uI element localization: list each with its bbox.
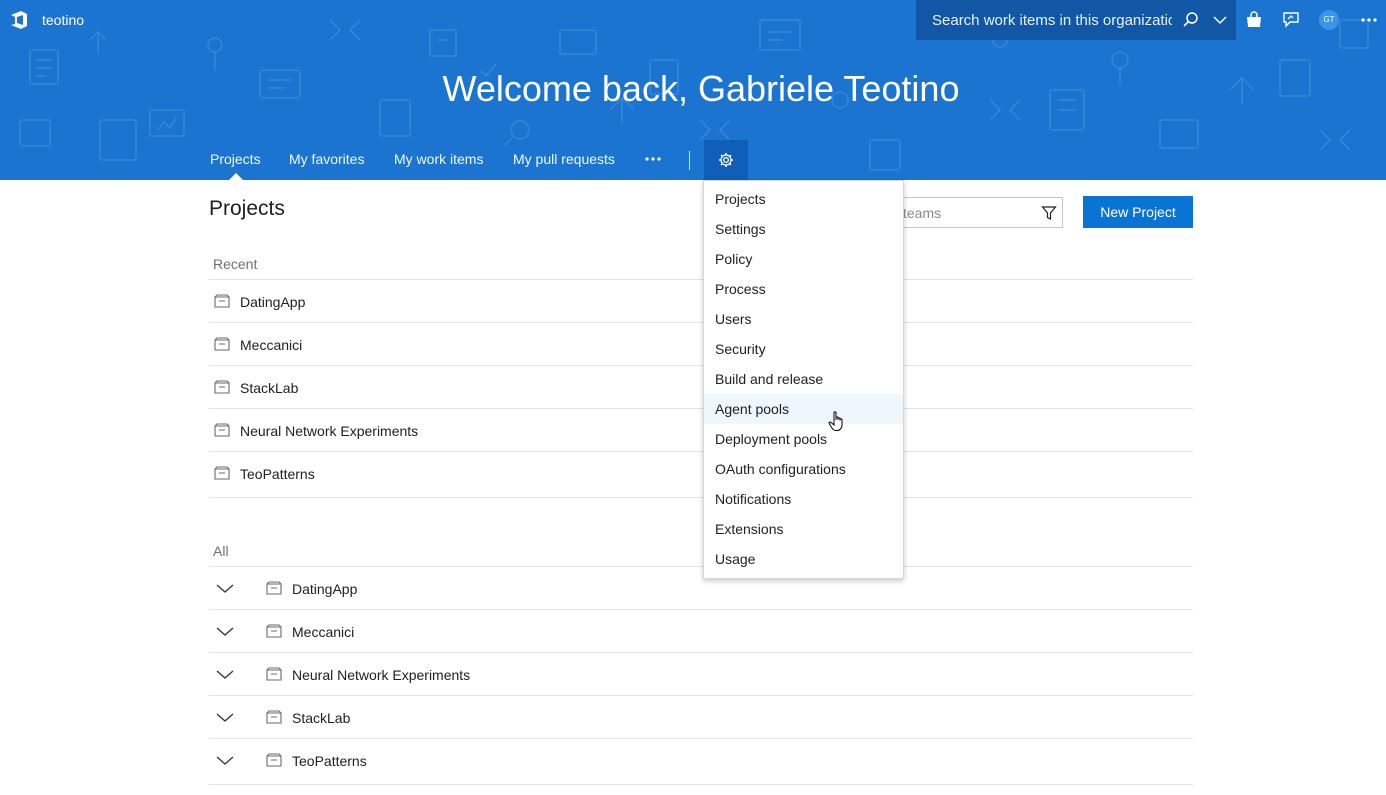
header-banner: teotino Search work items in this organi…	[0, 0, 1386, 180]
all-project-row[interactable]: Meccanici	[209, 610, 1193, 653]
filter-icon[interactable]	[1041, 205, 1057, 221]
tab-my-pull-requests[interactable]: My pull requests	[513, 151, 615, 167]
chevron-down-icon[interactable]	[216, 709, 234, 725]
recent-project-row[interactable]: StackLab	[209, 366, 1193, 409]
menu-item-deployment-pools[interactable]: Deployment pools	[704, 424, 903, 454]
selected-tab-indicator	[229, 173, 243, 180]
all-project-row[interactable]: TeoPatterns	[209, 739, 1193, 782]
user-avatar[interactable]: GT	[1319, 10, 1339, 30]
menu-item-agent-pools[interactable]: Agent pools	[704, 394, 903, 424]
feedback-icon[interactable]	[1281, 10, 1301, 30]
all-project-row[interactable]: StackLab	[209, 696, 1193, 739]
menu-item-policy[interactable]: Policy	[704, 244, 903, 274]
project-name[interactable]: Neural Network Experiments	[240, 423, 418, 439]
filter-placeholder: teams	[903, 205, 942, 221]
organization-settings-button[interactable]	[704, 140, 748, 180]
tab-my-favorites[interactable]: My favorites	[289, 151, 364, 167]
page-title: Projects	[209, 197, 285, 220]
chevron-down-icon[interactable]	[1212, 12, 1228, 28]
project-icon	[214, 423, 230, 437]
project-icon	[266, 581, 282, 595]
settings-dropdown-menu: Projects Settings Policy Process Users S…	[703, 180, 904, 579]
menu-item-usage[interactable]: Usage	[704, 544, 903, 574]
recent-project-row[interactable]: Meccanici	[209, 323, 1193, 366]
marketplace-bag-icon[interactable]	[1244, 10, 1264, 30]
menu-item-users[interactable]: Users	[704, 304, 903, 334]
all-project-row[interactable]: DatingApp	[209, 567, 1193, 610]
recent-section-label: Recent	[213, 256, 258, 272]
tab-my-work-items[interactable]: My work items	[394, 151, 483, 167]
azure-devops-logo[interactable]	[9, 10, 29, 30]
project-name[interactable]: StackLab	[292, 710, 350, 726]
project-icon	[214, 380, 230, 394]
filter-projects-input[interactable]: teams	[880, 197, 1063, 228]
project-icon	[266, 710, 282, 724]
project-name[interactable]: Neural Network Experiments	[292, 667, 470, 683]
menu-item-projects[interactable]: Projects	[704, 184, 903, 214]
project-name[interactable]: TeoPatterns	[240, 466, 315, 482]
recent-project-row[interactable]: TeoPatterns	[209, 452, 1193, 495]
recent-project-row[interactable]: DatingApp	[209, 280, 1193, 323]
chevron-down-icon[interactable]	[216, 752, 234, 768]
menu-item-notifications[interactable]: Notifications	[704, 484, 903, 514]
more-tabs-icon[interactable]	[643, 150, 663, 170]
search-icon[interactable]	[1182, 11, 1200, 29]
all-section-label: All	[213, 543, 229, 559]
recent-project-row[interactable]: Neural Network Experiments	[209, 409, 1193, 452]
project-icon	[214, 294, 230, 308]
menu-item-process[interactable]: Process	[704, 274, 903, 304]
project-icon	[266, 624, 282, 638]
chevron-down-icon[interactable]	[216, 666, 234, 682]
organization-name[interactable]: teotino	[42, 12, 84, 28]
menu-item-security[interactable]: Security	[704, 334, 903, 364]
divider	[209, 497, 1193, 498]
tab-projects[interactable]: Projects	[210, 151, 261, 167]
project-icon	[214, 466, 230, 480]
gear-icon	[719, 153, 733, 167]
menu-item-extensions[interactable]: Extensions	[704, 514, 903, 544]
search-box[interactable]: Search work items in this organization	[916, 0, 1236, 40]
more-options-icon[interactable]	[1359, 10, 1379, 30]
welcome-heading: Welcome back, Gabriele Teotino	[442, 68, 960, 109]
hand-cursor-icon	[828, 411, 843, 431]
chevron-down-icon[interactable]	[216, 623, 234, 639]
project-name[interactable]: Meccanici	[240, 337, 302, 353]
all-project-row[interactable]: Neural Network Experiments	[209, 653, 1193, 696]
menu-item-settings[interactable]: Settings	[704, 214, 903, 244]
new-project-button[interactable]: New Project	[1083, 196, 1193, 228]
divider	[209, 784, 1193, 785]
search-input[interactable]: Search work items in this organization	[932, 12, 1172, 29]
project-name[interactable]: DatingApp	[292, 581, 357, 597]
project-name[interactable]: StackLab	[240, 380, 298, 396]
project-name[interactable]: TeoPatterns	[292, 753, 367, 769]
tab-divider	[689, 151, 690, 170]
project-icon	[266, 753, 282, 767]
project-icon	[266, 667, 282, 681]
menu-item-oauth-configurations[interactable]: OAuth configurations	[704, 454, 903, 484]
project-icon	[214, 337, 230, 351]
project-name[interactable]: DatingApp	[240, 294, 305, 310]
project-name[interactable]: Meccanici	[292, 624, 354, 640]
menu-item-build-and-release[interactable]: Build and release	[704, 364, 903, 394]
chevron-down-icon[interactable]	[216, 580, 234, 596]
